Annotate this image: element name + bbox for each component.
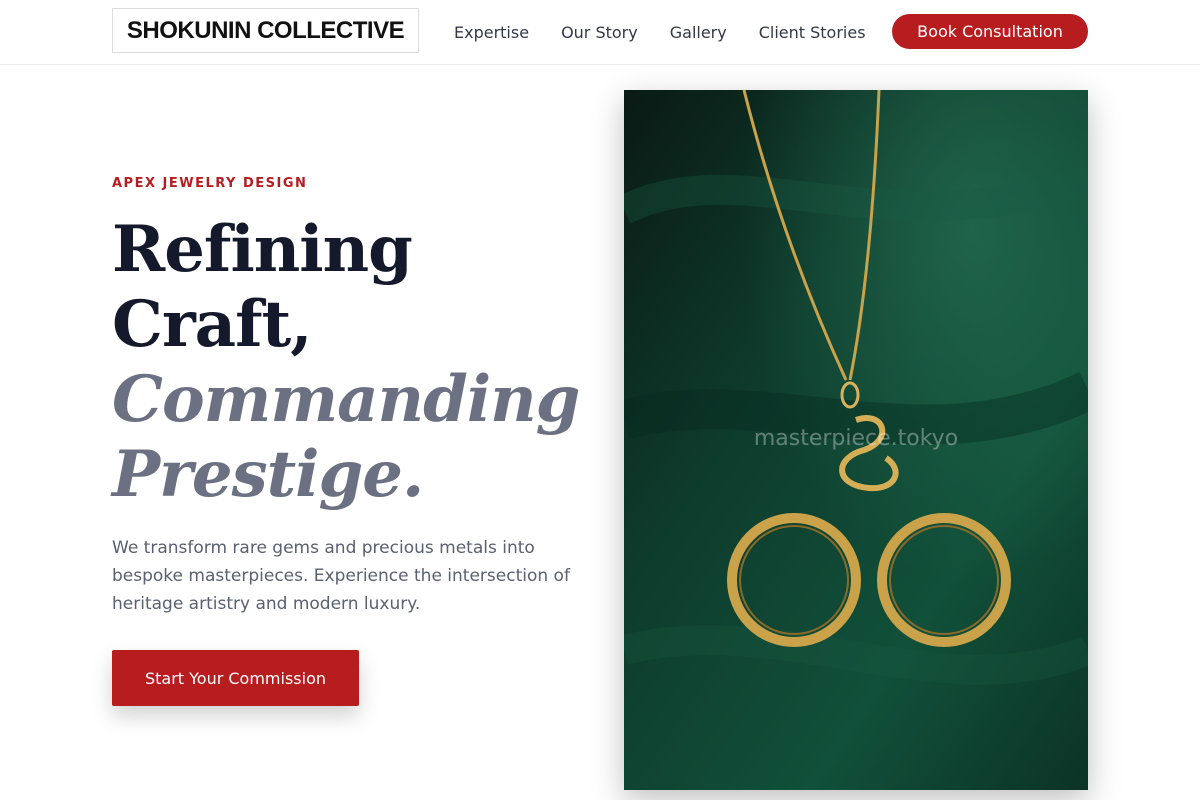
headline-line-3: Commanding: [112, 362, 580, 437]
main-nav: Expertise Our Story Gallery Client Stori…: [440, 0, 898, 64]
nav-link-client-stories[interactable]: Client Stories: [759, 23, 866, 42]
site-header: SHOKUNIN COLLECTIVE Expertise Our Story …: [0, 0, 1200, 65]
nav-link-gallery[interactable]: Gallery: [670, 23, 727, 42]
hero-headline: Refining Craft, Commanding Prestige.: [112, 212, 592, 512]
headline-line-1: Refining: [112, 212, 413, 287]
hero-jewelry-image: masterpiece.tokyo: [624, 90, 1088, 790]
image-watermark: masterpiece.tokyo: [753, 426, 959, 451]
book-consultation-button[interactable]: Book Consultation: [892, 14, 1088, 49]
hero-description: We transform rare gems and precious meta…: [112, 538, 570, 614]
headline-line-4: Prestige.: [112, 437, 424, 512]
nav-link-expertise[interactable]: Expertise: [454, 23, 529, 42]
start-commission-button[interactable]: Start Your Commission: [112, 650, 359, 706]
hero-eyebrow: APEX JEWELRY DESIGN: [112, 176, 308, 191]
nav-link-our-story[interactable]: Our Story: [561, 23, 638, 42]
brand-logo[interactable]: SHOKUNIN COLLECTIVE: [112, 8, 419, 53]
headline-line-2: Craft,: [112, 287, 313, 362]
